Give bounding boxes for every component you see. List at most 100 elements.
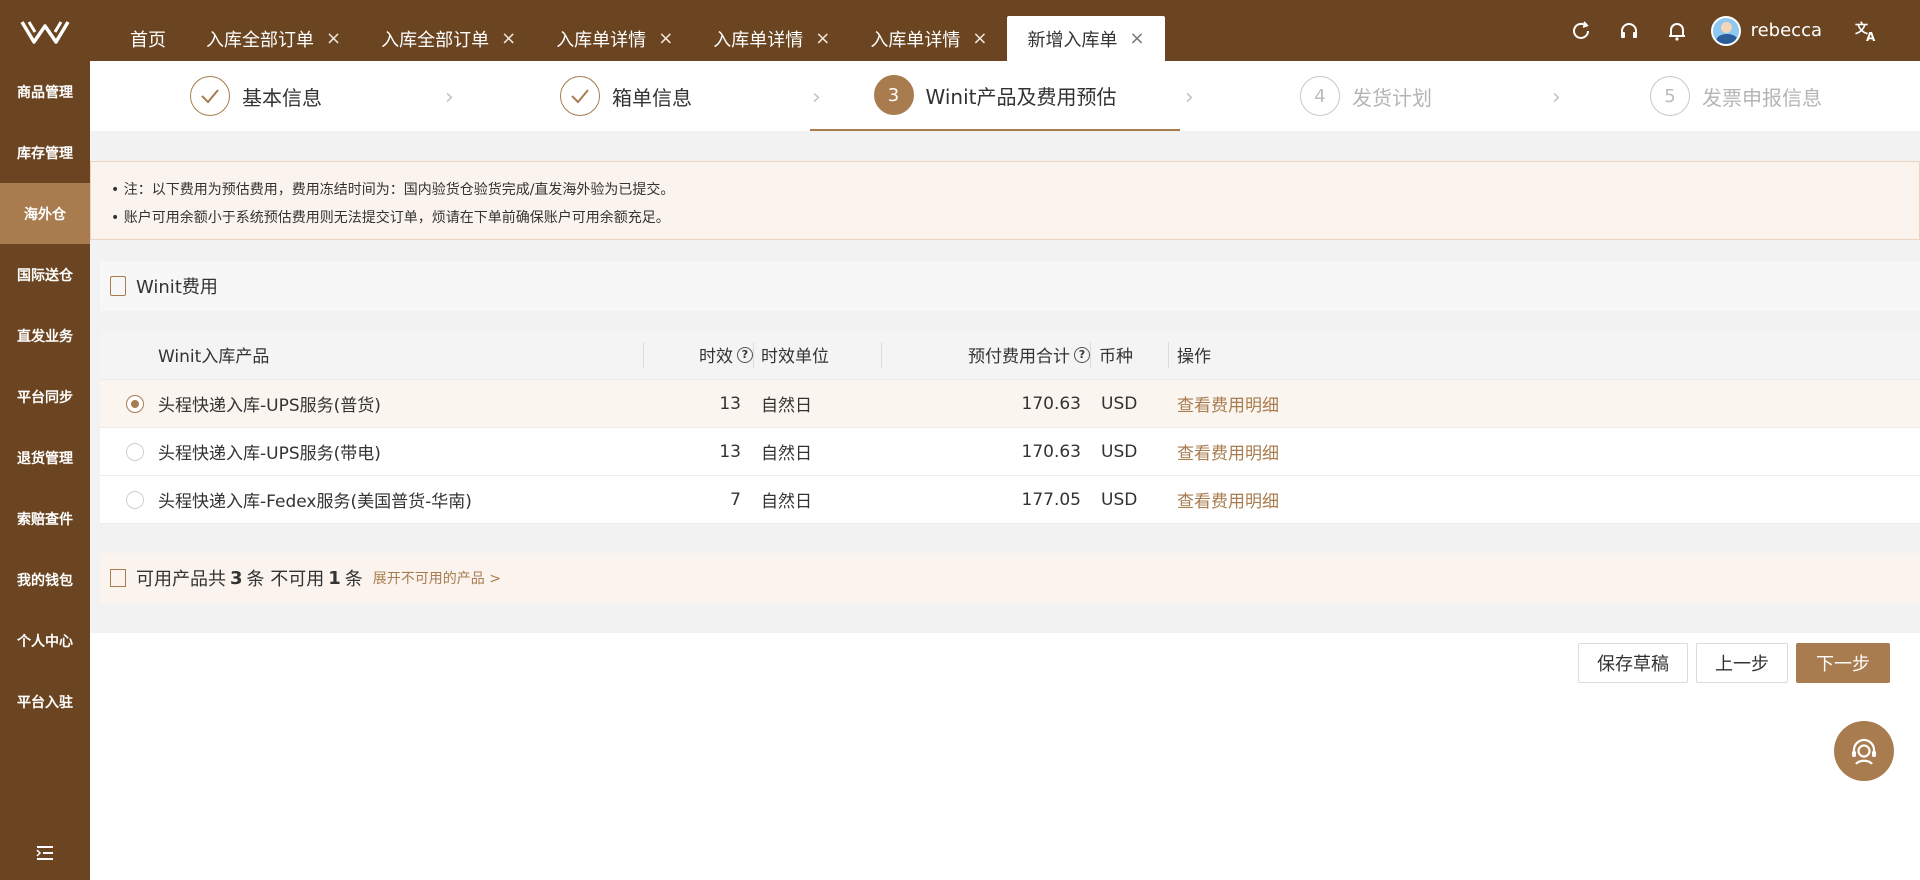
footer-actions: 保存草稿 上一步 下一步 <box>90 633 1920 880</box>
tab-5[interactable]: 入库单详情 × <box>850 16 1007 61</box>
refresh-icon[interactable] <box>1557 0 1605 61</box>
expand-unavailable-link[interactable]: 展开不可用的产品 > <box>373 568 501 588</box>
tab-4[interactable]: 入库单详情 × <box>693 16 850 61</box>
save-draft-button[interactable]: 保存草稿 <box>1578 643 1688 683</box>
tab-6[interactable]: 新增入库单 × <box>1007 16 1165 61</box>
table-row[interactable]: 头程快递入库-UPS服务(普货) 13 自然日 170.63 USD 查看费用明细 <box>100 380 1920 428</box>
customer-service-button[interactable] <box>1834 721 1894 781</box>
user-menu[interactable]: rebecca <box>1710 0 1822 61</box>
notice-line-1: • 注：以下费用为预估费用，费用冻结时间为：国内验货仓验货完成/直发海外验为已提… <box>111 182 675 198</box>
step-label: 发票申报信息 <box>1702 85 1822 110</box>
col-aging-unit: 时效单位 <box>761 347 829 367</box>
check-icon <box>560 76 600 116</box>
sidebar-item-10[interactable]: 平台入驻 <box>0 671 90 732</box>
section-title: Winit费用 <box>136 277 218 298</box>
tab-label: 入库单详情 <box>713 29 804 51</box>
col-fee-total: 预付费用合计? <box>881 330 1090 379</box>
bell-icon[interactable] <box>1653 0 1701 61</box>
check-icon <box>190 76 230 116</box>
col-aging: 时效? <box>643 330 753 379</box>
step-number: 5 <box>1650 76 1690 116</box>
fee-total-value: 170.63 <box>1021 393 1081 414</box>
aging-unit-value: 自然日 <box>761 492 812 512</box>
step-5: 5 发票申报信息 <box>1650 61 1822 131</box>
view-fee-detail-link[interactable]: 查看费用明细 <box>1177 428 1279 475</box>
help-icon[interactable]: ? <box>737 346 753 363</box>
product-summary: 可用产品共 3 条 不可用 1 条 展开不可用的产品 > <box>100 553 1920 603</box>
close-tab-icon[interactable]: × <box>326 28 341 49</box>
table-header: Winit入库产品 时效? 时效单位 预付费用合计? 币种 操作 <box>100 330 1920 380</box>
tab-3[interactable]: 入库单详情 × <box>536 16 693 61</box>
step-label: 基本信息 <box>242 85 322 110</box>
product-radio[interactable] <box>126 394 144 413</box>
view-fee-detail-link[interactable]: 查看费用明细 <box>1177 476 1279 523</box>
step-label: 发货计划 <box>1352 85 1432 110</box>
sidebar-item-8[interactable]: 我的钱包 <box>0 549 90 610</box>
col-product: Winit入库产品 <box>158 347 270 367</box>
product-radio[interactable] <box>126 442 144 461</box>
top-right-toolbar: rebecca 文A <box>1557 0 1920 61</box>
support-agent-icon <box>1852 738 1876 765</box>
document-icon <box>110 276 126 296</box>
currency-value: USD <box>1101 489 1138 510</box>
sidebar-item-9[interactable]: 个人中心 <box>0 610 90 671</box>
winit-fee-section-header: Winit费用 <box>100 261 1920 311</box>
currency-value: USD <box>1101 393 1138 414</box>
step-3: 3 Winit产品及费用预估 <box>810 61 1180 131</box>
sidebar-item-7[interactable]: 索赔查件 <box>0 488 90 549</box>
aging-value: 7 <box>730 489 741 510</box>
sidebar-item-2[interactable]: 海外仓 <box>0 183 90 244</box>
tab-2[interactable]: 入库全部订单 × <box>361 16 536 61</box>
aging-value: 13 <box>719 441 741 462</box>
tab-label: 入库单详情 <box>870 29 961 51</box>
close-tab-icon[interactable]: × <box>815 28 830 49</box>
fee-total-value: 177.05 <box>1021 489 1081 510</box>
view-fee-detail-link[interactable]: 查看费用明细 <box>1177 380 1279 427</box>
step-1[interactable]: 基本信息 <box>190 61 322 131</box>
close-tab-icon[interactable]: × <box>658 28 673 49</box>
step-number: 3 <box>873 75 914 115</box>
notice-line-2: • 账户可用余额小于系统预估费用则无法提交订单，烦请在下单前确保账户可用余额充足… <box>111 210 670 226</box>
next-step-button[interactable]: 下一步 <box>1796 643 1890 683</box>
table-row[interactable]: 头程快递入库-Fedex服务(美国普货-华南) 7 自然日 177.05 USD 查看费用… <box>100 476 1920 524</box>
username: rebecca <box>1750 20 1822 41</box>
fee-notice: • 注：以下费用为预估费用，费用冻结时间为：国内验货仓验货完成/直发海外验为已提… <box>90 161 1920 240</box>
product-name: 头程快递入库-Fedex服务(美国普货-华南) <box>158 492 472 512</box>
step-indicator: 基本信息 箱单信息 3 Winit产品及费用预估 4 发货计划 5 发票申报信息 › › › › <box>90 61 1920 131</box>
col-action: 操作 <box>1177 347 1211 367</box>
sidebar-item-3[interactable]: 国际送仓 <box>0 244 90 305</box>
headset-icon[interactable] <box>1605 0 1653 61</box>
sidebar: 商品管理 库存管理 海外仓 国际送仓 直发业务 平台同步 退货管理 索赔查件 我的钱包 个人中心平… <box>0 61 90 880</box>
winit-logo[interactable] <box>0 0 90 61</box>
sidebar-item-5[interactable]: 平台同步 <box>0 366 90 427</box>
summary-prefix: 可用产品共 <box>136 569 226 590</box>
step-label: 箱单信息 <box>612 85 692 110</box>
step-2[interactable]: 箱单信息 <box>560 61 692 131</box>
tab-1[interactable]: 入库全部订单 × <box>186 16 361 61</box>
aging-unit-value: 自然日 <box>761 396 812 416</box>
close-tab-icon[interactable]: × <box>501 28 516 49</box>
tab-0[interactable]: 首页 <box>110 16 186 61</box>
prev-step-button[interactable]: 上一步 <box>1696 643 1788 683</box>
collapse-menu-icon[interactable] <box>0 838 90 868</box>
chevron-right-icon: › <box>1552 85 1561 110</box>
unavailable-count: 1 <box>328 567 341 589</box>
table-row[interactable]: 头程快递入库-UPS服务(带电) 13 自然日 170.63 USD 查看费用明细 <box>100 428 1920 476</box>
product-name: 头程快递入库-UPS服务(带电) <box>158 444 381 464</box>
tab-label: 入库单详情 <box>556 29 647 51</box>
sidebar-item-1[interactable]: 库存管理 <box>0 122 90 183</box>
translate-icon[interactable]: 文A <box>1842 0 1890 61</box>
available-count: 3 <box>230 567 243 589</box>
svg-text:A: A <box>1866 30 1876 42</box>
summary-suffix: 条 <box>344 569 363 590</box>
sidebar-item-4[interactable]: 直发业务 <box>0 305 90 366</box>
sidebar-item-0[interactable]: 商品管理 <box>0 61 90 122</box>
close-tab-icon[interactable]: × <box>1129 28 1144 49</box>
chevron-right-icon: › <box>445 85 454 110</box>
close-tab-icon[interactable]: × <box>972 28 987 49</box>
help-icon[interactable]: ? <box>1074 346 1090 363</box>
step-number: 4 <box>1300 76 1340 116</box>
top-bar: 首页 入库全部订单 × 入库全部订单 × 入库单详情 × 入库单详情 × 入库单详情 × 新增入库单 ×… <box>0 0 1920 61</box>
product-radio[interactable] <box>126 490 144 509</box>
sidebar-item-6[interactable]: 退货管理 <box>0 427 90 488</box>
